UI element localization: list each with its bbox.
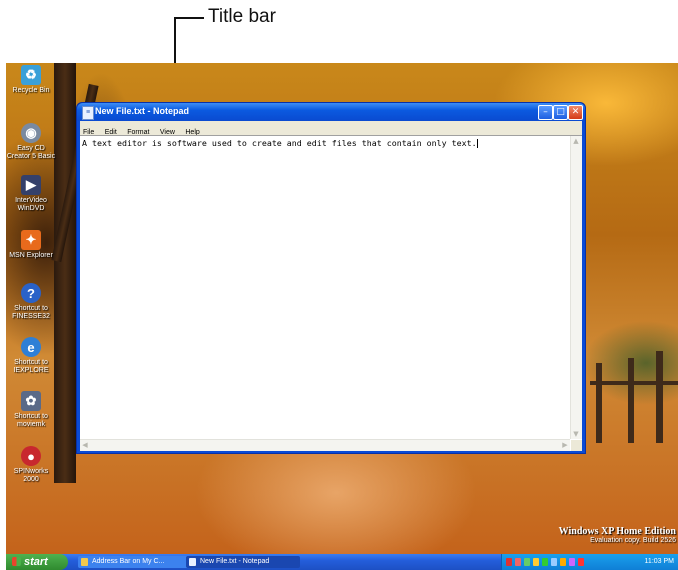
desktop-icon-intervideo-windvd[interactable]: ▶ InterVideo WinDVD (6, 175, 56, 213)
desktop-icon-easy-cd-creator[interactable]: ◉ Easy CD Creator 5 Basic (6, 123, 56, 161)
desktop-icon-label: SPINworks 2000 (13, 468, 49, 483)
notepad-window[interactable]: ≡ New File.txt - Notepad – □ ✕ File Edit… (76, 102, 586, 454)
tray-search-icon[interactable] (551, 558, 557, 566)
tree-trunk (54, 63, 76, 483)
close-icon: ✕ (571, 107, 580, 117)
tray-power-icon[interactable] (533, 558, 539, 566)
msn-butterfly-icon: ✦ (21, 230, 41, 250)
folder-icon (81, 558, 88, 566)
window-title: New File.txt - Notepad (95, 106, 190, 116)
fence-post (596, 363, 602, 443)
scroll-right-arrow-icon[interactable]: ▶ (560, 440, 570, 450)
scroll-up-arrow-icon[interactable]: ▲ (571, 136, 581, 146)
desktop-icon-label: Shortcut to moviemk (14, 413, 48, 428)
desktop-icon-label: InterVideo WinDVD (15, 197, 47, 212)
vertical-scrollbar[interactable]: ▲ ▼ (570, 136, 582, 439)
desktop-icon-spinworks-2000[interactable]: ● SPINworks 2000 (6, 446, 56, 484)
task-label: New File.txt - Notepad (200, 558, 270, 565)
minimize-icon: – (543, 107, 548, 117)
tray-volume-icon[interactable] (569, 558, 575, 566)
start-button[interactable]: start (6, 554, 68, 570)
tray-alert-icon[interactable] (578, 558, 584, 566)
system-tray: 11:03 PM (501, 554, 678, 570)
fence-post (628, 358, 634, 443)
taskbar-task-notepad[interactable]: New File.txt - Notepad (186, 556, 300, 568)
fence-rail (590, 381, 678, 385)
text-editor-area[interactable]: A text editor is software used to create… (80, 135, 582, 451)
tray-antivirus-icon[interactable] (515, 558, 521, 566)
desktop-icon-label: Shortcut to FINESSE32 (12, 305, 50, 320)
desktop-icon-label: Shortcut to IEXPLORE (13, 359, 49, 374)
cd-icon: ◉ (21, 123, 41, 143)
start-label: start (24, 556, 48, 568)
spinworks-icon: ● (21, 446, 41, 466)
internet-explorer-icon: e (21, 337, 41, 357)
tray-update-icon[interactable] (542, 558, 548, 566)
desktop-icon-recycle-bin[interactable]: ♻ Recycle Bin (6, 65, 56, 95)
menu-bar: File Edit Format View Help (80, 121, 582, 136)
taskbar: start Address Bar on My C... New File.tx… (6, 554, 678, 570)
resize-grip[interactable] (571, 440, 582, 451)
desktop-icon-shortcut-moviemk[interactable]: ✿ Shortcut to moviemk (6, 391, 56, 429)
horizontal-scrollbar[interactable]: ◀ ▶ (80, 439, 570, 451)
text-caret (476, 139, 478, 148)
help-question-icon: ? (21, 283, 41, 303)
document-text: A text editor is software used to create… (82, 138, 477, 148)
desktop-icon-msn-explorer[interactable]: ✦ MSN Explorer (6, 230, 56, 260)
maximize-button[interactable]: □ (553, 105, 568, 120)
fence-post (656, 351, 663, 443)
dvd-player-icon: ▶ (21, 175, 41, 195)
tray-messenger-icon[interactable] (560, 558, 566, 566)
desktop-icon-shortcut-finesse32[interactable]: ? Shortcut to FINESSE32 (6, 283, 56, 321)
task-label: Address Bar on My C... (92, 558, 165, 565)
recycle-bin-icon: ♻ (21, 65, 41, 85)
scroll-down-arrow-icon[interactable]: ▼ (571, 429, 581, 439)
scroll-left-arrow-icon[interactable]: ◀ (80, 440, 90, 450)
taskbar-clock[interactable]: 11:03 PM (645, 554, 674, 570)
watermark-build: Evaluation copy. Build 2526 (590, 537, 676, 544)
movie-maker-icon: ✿ (21, 391, 41, 411)
desktop-icon-shortcut-iexplore[interactable]: e Shortcut to IEXPLORE (6, 337, 56, 375)
tray-network-icon[interactable] (524, 558, 530, 566)
desktop-icon-label: Recycle Bin (12, 87, 50, 94)
tray-icons (506, 558, 584, 566)
notepad-icon: ≡ (82, 106, 94, 120)
document-text-line: A text editor is software used to create… (82, 138, 478, 148)
notepad-icon (189, 558, 196, 566)
taskbar-task-address-bar[interactable]: Address Bar on My C... (78, 556, 192, 568)
desktop-icon-label: MSN Explorer (9, 252, 53, 259)
callout-line-horizontal (174, 17, 204, 19)
windows-watermark: Windows XP Home Edition Evaluation copy.… (559, 526, 676, 544)
callout-title-bar-label: Title bar (208, 6, 276, 27)
maximize-icon: □ (556, 107, 565, 117)
desktop-icon-label: Easy CD Creator 5 Basic (6, 145, 56, 160)
windows-logo-icon (12, 557, 21, 566)
watermark-edition: Windows XP Home Edition (558, 526, 676, 537)
tray-security-icon[interactable] (506, 558, 512, 566)
close-button[interactable]: ✕ (568, 105, 583, 120)
minimize-button[interactable]: – (538, 105, 553, 120)
title-bar[interactable]: ≡ New File.txt - Notepad – □ ✕ (77, 103, 585, 121)
